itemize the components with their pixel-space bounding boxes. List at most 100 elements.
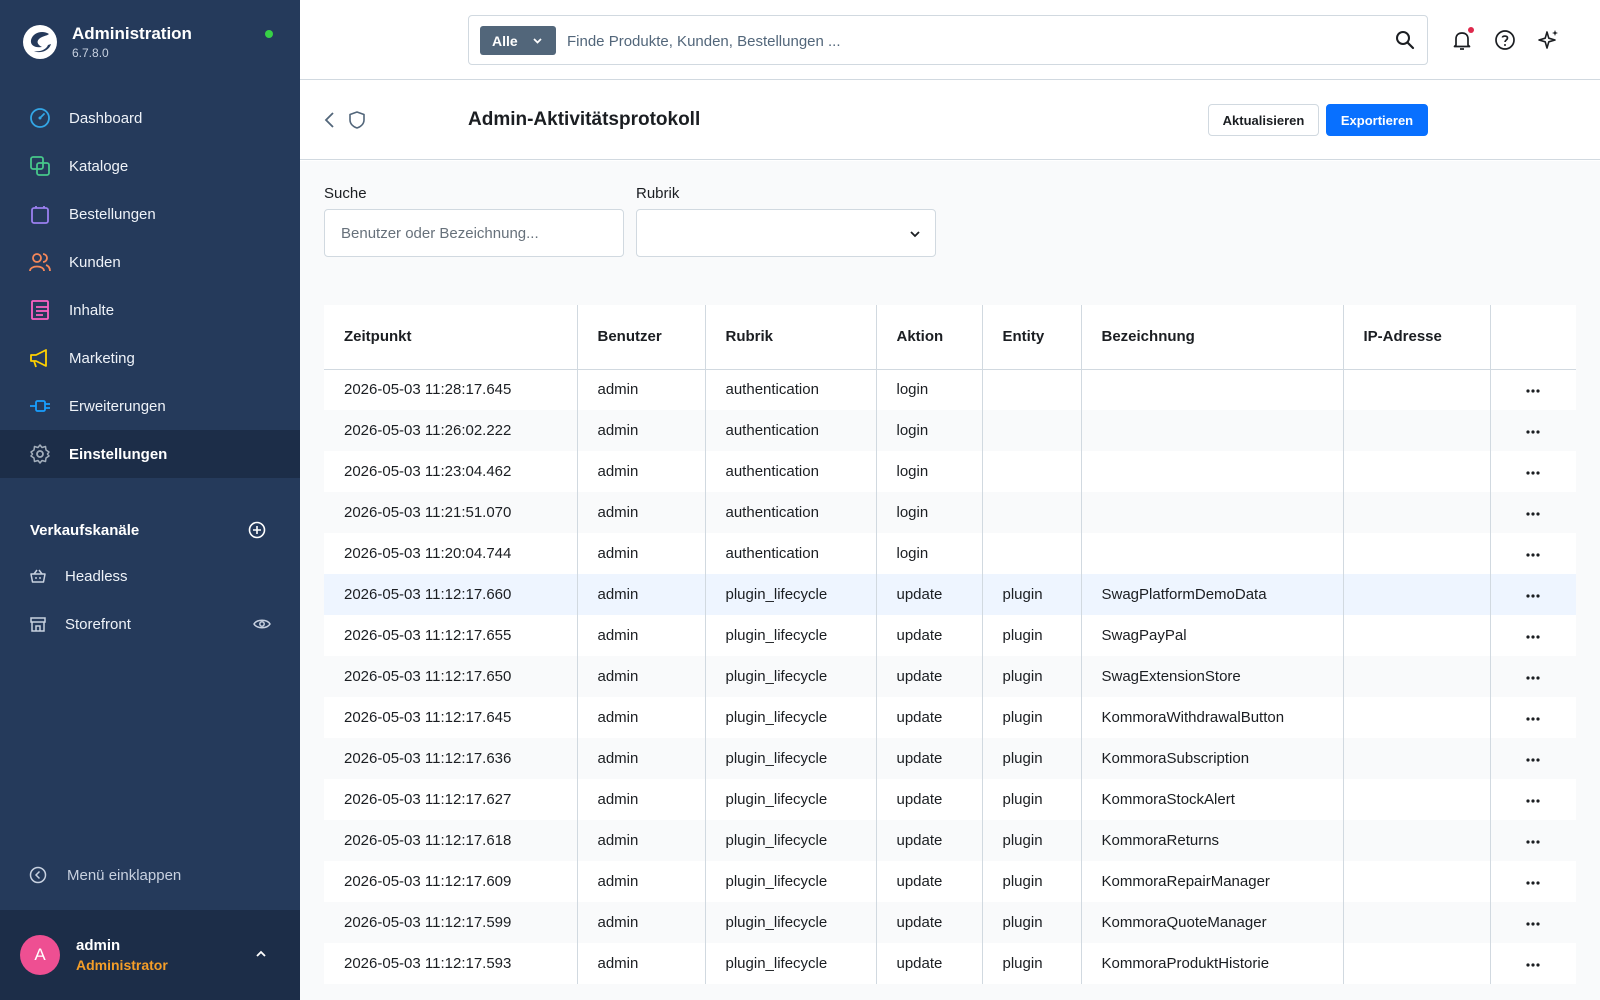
more-options-icon[interactable] (1525, 388, 1541, 394)
content-icon (29, 299, 51, 321)
column-header-category[interactable]: Rubrik (705, 305, 877, 370)
cell-user: admin (577, 820, 706, 861)
cell-category: plugin_lifecycle (705, 820, 877, 861)
cell-label: KommoraSubscription (1081, 738, 1344, 779)
collapse-menu-button[interactable]: Menü einklappen (29, 866, 181, 884)
column-header-timestamp[interactable]: Zeitpunkt (324, 305, 578, 370)
admin-app: Administration 6.7.8.0 Dashboard Katalog… (0, 0, 1600, 1000)
cell-entity (982, 451, 1082, 492)
chevron-down-icon (533, 38, 542, 44)
nav-label: Erweiterungen (69, 397, 166, 415)
table-row[interactable]: 2026-05-03 11:20:04.744 admin authenticati… (324, 533, 1576, 574)
refresh-button[interactable]: Aktualisieren (1208, 104, 1319, 136)
more-options-icon[interactable] (1525, 757, 1541, 763)
cell-timestamp: 2026-05-03 11:12:17.609 (324, 861, 578, 902)
brand[interactable]: Administration 6.7.8.0 (22, 24, 192, 60)
table-row[interactable]: 2026-05-03 11:23:04.462 admin authenticati… (324, 451, 1576, 492)
add-sales-channel-icon[interactable] (248, 521, 266, 539)
more-options-icon[interactable] (1525, 880, 1541, 886)
row-actions-cell (1490, 656, 1576, 697)
cell-entity: plugin (982, 615, 1082, 656)
table-row[interactable]: 2026-05-03 11:12:17.627 admin plugin_lifec… (324, 779, 1576, 820)
help-icon[interactable] (1493, 28, 1517, 52)
global-search-input[interactable] (567, 28, 1347, 54)
more-options-icon[interactable] (1525, 675, 1541, 681)
nav-item-dashboard[interactable]: Dashboard (0, 94, 300, 142)
table-row[interactable]: 2026-05-03 11:12:17.636 admin plugin_lifec… (324, 738, 1576, 779)
search-field (324, 209, 624, 257)
more-options-icon[interactable] (1525, 962, 1541, 968)
more-options-icon[interactable] (1525, 470, 1541, 476)
more-options-icon[interactable] (1525, 429, 1541, 435)
user-menu[interactable]: A admin Administrator (0, 910, 300, 1000)
nav-item-orders[interactable]: Bestellungen (0, 190, 300, 238)
cell-ip (1343, 369, 1491, 410)
column-header-actions (1490, 305, 1576, 370)
cell-entity: plugin (982, 738, 1082, 779)
search-type-select[interactable]: Alle (480, 26, 556, 55)
nav-label: Bestellungen (69, 205, 156, 223)
shopware-logo-icon (23, 25, 57, 59)
cell-label: SwagPayPal (1081, 615, 1344, 656)
cell-label: KommoraQuoteManager (1081, 902, 1344, 943)
cell-timestamp: 2026-05-03 11:23:04.462 (324, 451, 578, 492)
more-options-icon[interactable] (1525, 511, 1541, 517)
table-row[interactable]: 2026-05-03 11:21:51.070 admin authenticati… (324, 492, 1576, 533)
table-row[interactable]: 2026-05-03 11:12:17.618 admin plugin_lifec… (324, 820, 1576, 861)
column-header-ip[interactable]: IP-Adresse (1343, 305, 1491, 370)
cell-user: admin (577, 779, 706, 820)
cell-label: SwagExtensionStore (1081, 656, 1344, 697)
back-arrow-icon[interactable] (322, 110, 338, 130)
brand-version: 6.7.8.0 (72, 46, 109, 60)
row-actions-cell (1490, 574, 1576, 615)
search-icon[interactable] (1394, 29, 1416, 51)
cell-user: admin (577, 451, 706, 492)
cell-entity: plugin (982, 861, 1082, 902)
ai-sparkle-icon[interactable] (1537, 28, 1561, 52)
nav-item-customers[interactable]: Kunden (0, 238, 300, 286)
nav-item-settings[interactable]: Einstellungen (0, 430, 300, 478)
cell-user: admin (577, 738, 706, 779)
search-field-input[interactable] (325, 210, 623, 256)
sales-channel-headless[interactable]: Headless (0, 552, 300, 600)
more-options-icon[interactable] (1525, 798, 1541, 804)
nav-item-marketing[interactable]: Marketing (0, 334, 300, 382)
table-header-row: Zeitpunkt Benutzer Rubrik Aktion Entity … (324, 305, 1576, 370)
nav-label: Kataloge (69, 157, 129, 175)
cell-label: KommoraReturns (1081, 820, 1344, 861)
table-row[interactable]: 2026-05-03 11:26:02.222 admin authenticati… (324, 410, 1576, 451)
more-options-icon[interactable] (1525, 634, 1541, 640)
cell-category: plugin_lifecycle (705, 861, 877, 902)
plug-icon (29, 395, 51, 417)
category-select[interactable] (636, 209, 936, 257)
more-options-icon[interactable] (1525, 839, 1541, 845)
nav-item-extensions[interactable]: Erweiterungen (0, 382, 300, 430)
table-row[interactable]: 2026-05-03 11:12:17.645 admin plugin_lifec… (324, 697, 1576, 738)
table-row[interactable]: 2026-05-03 11:12:17.593 admin plugin_lifec… (324, 943, 1576, 984)
column-header-action[interactable]: Aktion (876, 305, 983, 370)
storefront-icon (30, 617, 46, 632)
more-options-icon[interactable] (1525, 593, 1541, 599)
cell-entity: plugin (982, 656, 1082, 697)
cell-label: KommoraProduktHistorie (1081, 943, 1344, 984)
nav-item-content[interactable]: Inhalte (0, 286, 300, 334)
more-options-icon[interactable] (1525, 716, 1541, 722)
nav-item-catalogs[interactable]: Kataloge (0, 142, 300, 190)
cell-user: admin (577, 615, 706, 656)
more-options-icon[interactable] (1525, 921, 1541, 927)
cell-ip (1343, 492, 1491, 533)
export-button[interactable]: Exportieren (1326, 104, 1428, 136)
cell-timestamp: 2026-05-03 11:12:17.655 (324, 615, 578, 656)
column-header-label[interactable]: Bezeichnung (1081, 305, 1344, 370)
chevron-up-icon[interactable] (254, 947, 268, 961)
table-row[interactable]: 2026-05-03 11:12:17.660 admin plugin_lifec… (324, 574, 1576, 615)
table-row[interactable]: 2026-05-03 11:12:17.650 admin plugin_lifec… (324, 656, 1576, 697)
table-row[interactable]: 2026-05-03 11:12:17.599 admin plugin_lifec… (324, 902, 1576, 943)
table-row[interactable]: 2026-05-03 11:28:17.645 admin authenticati… (324, 369, 1576, 410)
column-header-user[interactable]: Benutzer (577, 305, 706, 370)
table-row[interactable]: 2026-05-03 11:12:17.609 admin plugin_lifec… (324, 861, 1576, 902)
more-options-icon[interactable] (1525, 552, 1541, 558)
eye-icon[interactable] (253, 615, 271, 633)
table-row[interactable]: 2026-05-03 11:12:17.655 admin plugin_lifec… (324, 615, 1576, 656)
column-header-entity[interactable]: Entity (982, 305, 1082, 370)
